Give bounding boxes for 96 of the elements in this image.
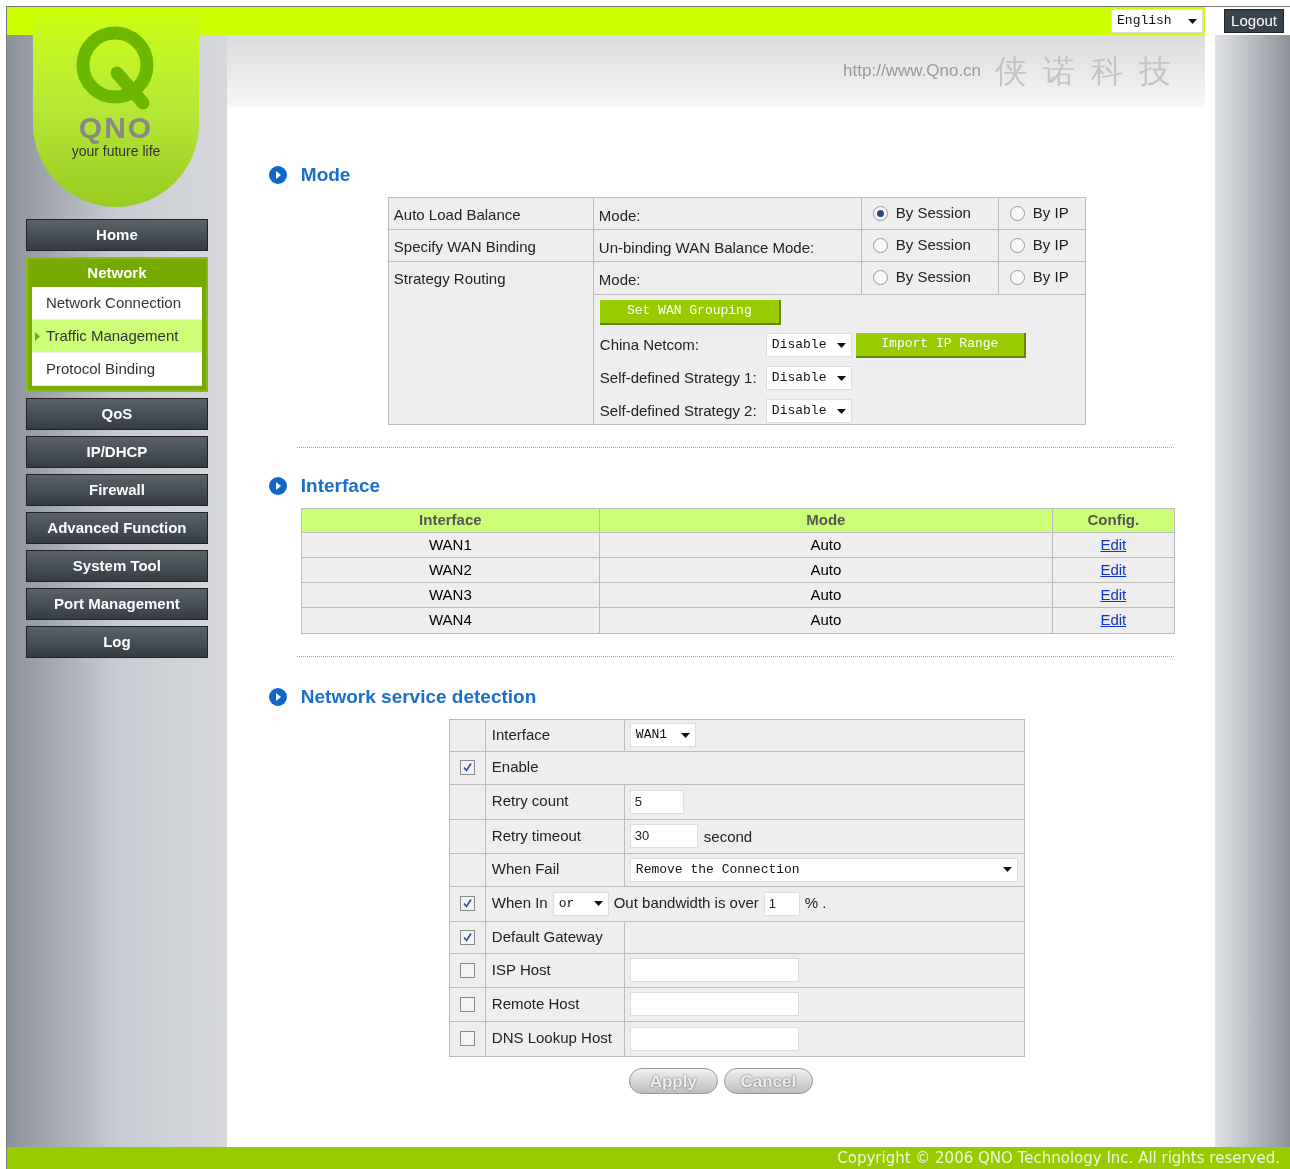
nav-button[interactable]: Home <box>25 219 208 251</box>
row-label: When In <box>491 893 548 914</box>
row-label: Default Gateway <box>491 926 603 947</box>
row-label: Interface <box>491 724 551 745</box>
dropdown[interactable]: English <box>1111 9 1204 33</box>
table-cell: Auto <box>599 583 1053 607</box>
dropdown-arrow-icon <box>1188 18 1198 24</box>
row-label: Out bandwidth is over <box>613 893 759 914</box>
edit-link[interactable]: Edit <box>1100 558 1127 582</box>
bullet-play-icon <box>268 476 287 495</box>
input-field[interactable]: 30 <box>629 824 698 848</box>
table-cell: Auto <box>599 558 1053 582</box>
table-cell: Auto <box>599 533 1053 557</box>
dropdown[interactable]: Disable <box>765 333 852 357</box>
radio-label: By Session <box>895 234 971 255</box>
checkbox[interactable] <box>459 760 475 775</box>
dropdown[interactable]: Remove the Connection <box>629 857 1018 882</box>
section-title: Network service detection <box>300 685 537 709</box>
radio-label: By IP <box>1032 267 1069 288</box>
nav-subitem[interactable]: Traffic Management <box>31 320 202 353</box>
edit-link[interactable]: Edit <box>1100 533 1127 557</box>
strategy-label: Self-defined Strategy 1: <box>599 367 758 388</box>
checkbox[interactable] <box>459 896 475 911</box>
edit-link[interactable]: Edit <box>1100 583 1127 607</box>
column-header: Interface <box>301 509 600 532</box>
input-field[interactable] <box>629 958 799 982</box>
table-cell: Un-binding WAN Balance Mode: <box>593 229 862 261</box>
website-url: http://www.Qno.cn <box>843 60 982 83</box>
section-title: Mode <box>300 163 351 187</box>
table-cell: WAN1 <box>301 533 600 557</box>
checkbox[interactable] <box>459 1031 475 1046</box>
strategy-label: China Netcom: <box>599 334 701 355</box>
input-field[interactable] <box>629 1026 799 1051</box>
dropdown-arrow-icon <box>593 901 603 906</box>
table-cell: WAN4 <box>301 608 600 633</box>
table-cell: Mode: <box>593 261 862 294</box>
radio-button[interactable] <box>872 270 888 285</box>
checkbox[interactable] <box>459 929 475 945</box>
section-title: Interface <box>300 473 381 498</box>
edit-link[interactable]: Edit <box>1100 609 1127 632</box>
table-cell: Mode: <box>593 197 862 229</box>
bullet-play-icon <box>268 688 287 707</box>
dropdown-arrow-icon <box>836 375 846 381</box>
strategy-label: Self-defined Strategy 2: <box>599 400 758 421</box>
dropdown-arrow-icon <box>836 408 846 414</box>
nav-button[interactable]: Advanced Function <box>25 512 208 544</box>
row-label: ISP Host <box>491 959 551 980</box>
table-cell: WAN3 <box>301 583 600 607</box>
input-field[interactable]: 1 <box>763 891 800 916</box>
dropdown[interactable]: Disable <box>765 366 852 390</box>
table-cell: Auto Load Balance <box>388 197 594 229</box>
copyright-text: Copyright © 2006 QNO Technology Inc. All rights reserved. <box>837 1147 1280 1169</box>
radio-label: By Session <box>895 267 971 288</box>
radio-button[interactable] <box>872 237 888 253</box>
row-label: Remote Host <box>491 993 580 1014</box>
radio-button[interactable] <box>1009 237 1025 253</box>
table-cell: WAN2 <box>301 558 600 582</box>
nav-button[interactable]: Log <box>25 626 208 658</box>
radio-label: By IP <box>1032 202 1069 223</box>
logout-button[interactable]: Logout <box>1224 9 1284 33</box>
table-cell: Auto <box>599 608 1053 633</box>
radio-button[interactable] <box>872 205 888 221</box>
unit-label: second <box>703 826 753 847</box>
input-field[interactable]: 5 <box>629 789 684 814</box>
input-field[interactable] <box>629 992 799 1016</box>
nav-button[interactable]: IP/DHCP <box>25 436 208 468</box>
pointer-icon <box>34 332 40 341</box>
apply-button[interactable]: Apply <box>628 1067 718 1094</box>
row-label: Retry timeout <box>491 825 582 846</box>
dropdown-arrow-icon <box>680 732 690 738</box>
radio-button[interactable] <box>1009 270 1025 285</box>
row-label: Retry count <box>491 791 569 812</box>
radio-button[interactable] <box>1009 205 1025 221</box>
nav-button[interactable]: System Tool <box>25 550 208 582</box>
dropdown-arrow-icon <box>836 342 846 348</box>
column-header: Mode <box>599 509 1053 532</box>
table-cell: Specify WAN Binding <box>388 229 594 261</box>
row-label: DNS Lookup Host <box>491 1028 612 1049</box>
dropdown[interactable]: Disable <box>765 399 852 423</box>
bullet-play-icon <box>268 166 287 185</box>
column-header: Config. <box>1086 510 1141 531</box>
nav-button[interactable]: Port Management <box>25 588 208 620</box>
radio-label: By Session <box>895 202 971 223</box>
dropdown[interactable]: or <box>552 891 609 916</box>
checkbox[interactable] <box>459 962 475 978</box>
row-label: Enable <box>491 757 539 778</box>
nav-button[interactable]: QoS <box>25 398 208 430</box>
table-cell: Strategy Routing <box>388 261 594 294</box>
nav-button[interactable]: Firewall <box>25 474 208 506</box>
dropdown[interactable]: WAN1 <box>629 723 696 747</box>
unit-label: % . <box>804 893 827 914</box>
checkbox[interactable] <box>459 996 475 1012</box>
logo-tagline: your future life <box>71 143 161 159</box>
radio-label: By IP <box>1032 234 1069 255</box>
dropdown-arrow-icon <box>1002 867 1012 872</box>
row-label: When Fail <box>491 859 560 880</box>
